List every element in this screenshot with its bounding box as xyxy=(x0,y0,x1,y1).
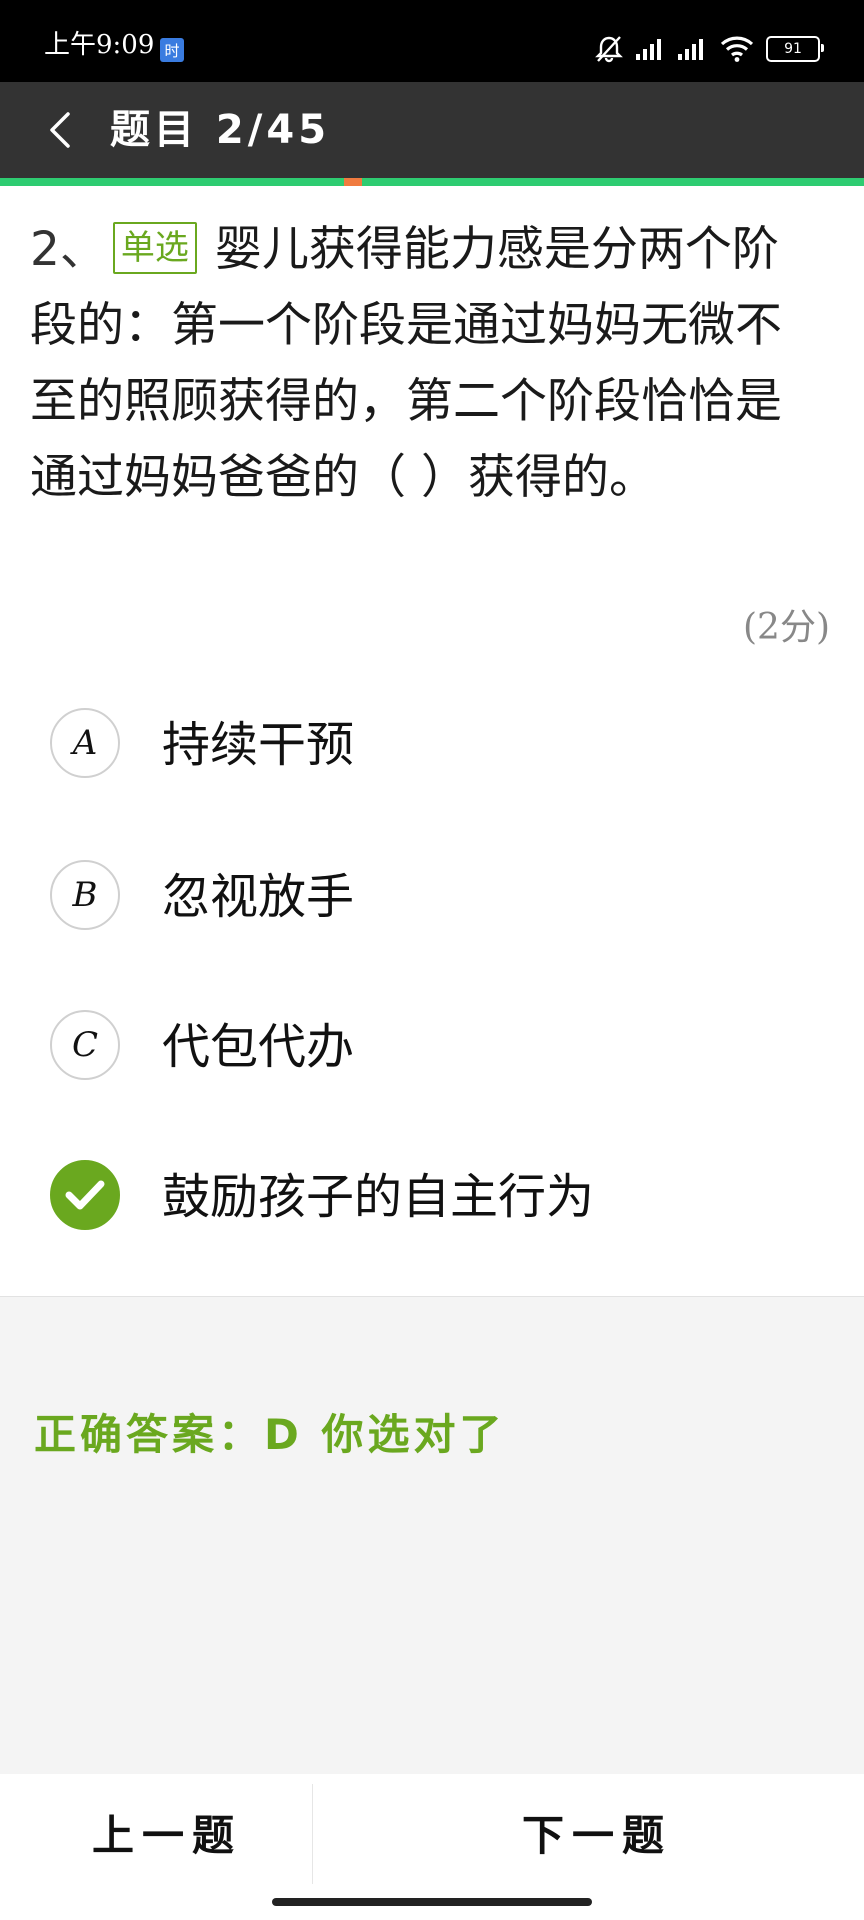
question-score: (2分) xyxy=(743,607,830,648)
bell-off-icon xyxy=(594,34,624,64)
option-b-label: 忽视放手 xyxy=(162,869,355,925)
wifi-icon xyxy=(720,36,754,62)
option-a-label: 持续干预 xyxy=(162,717,355,773)
question-number: 2、 xyxy=(30,222,107,277)
option-c[interactable]: C 代包代办 xyxy=(0,990,864,1100)
back-button[interactable] xyxy=(30,100,90,160)
page-title: 题目 2/45 xyxy=(110,107,331,153)
title-bar: 题目 2/45 xyxy=(0,82,864,178)
progress-marker xyxy=(344,178,362,186)
status-time: 上午9:09 xyxy=(44,30,155,60)
question-type-badge: 单选 xyxy=(112,222,197,274)
option-c-label: 代包代办 xyxy=(162,1019,355,1075)
answer-result: 正确答案：D 你选对了 xyxy=(34,1410,506,1459)
signal-icon xyxy=(636,38,666,60)
option-c-radio[interactable]: C xyxy=(50,1010,120,1080)
battery-indicator: 91 xyxy=(766,36,824,62)
home-indicator[interactable] xyxy=(272,1898,592,1906)
signal-icon xyxy=(678,38,708,60)
option-d-label: 鼓励孩子的自主行为 xyxy=(162,1169,595,1225)
result-panel: 正确答案：D 你选对了 xyxy=(0,1296,864,1775)
prev-question-button[interactable]: 上一题 xyxy=(92,1802,242,1863)
status-icons: 91 xyxy=(594,34,824,64)
option-b[interactable]: B 忽视放手 xyxy=(0,840,864,950)
status-badge: 时 xyxy=(160,38,184,62)
option-a[interactable]: A 持续干预 xyxy=(0,688,864,798)
option-a-radio[interactable]: A xyxy=(50,708,120,778)
next-question-button[interactable]: 下一题 xyxy=(522,1802,672,1863)
option-d-radio[interactable] xyxy=(50,1160,120,1230)
chevron-left-icon xyxy=(50,112,70,148)
question-text: 2、 单选 婴儿获得能力感是分两个阶段的：第一个阶段是通过妈妈无微不至的照顾获得的，… xyxy=(30,212,820,516)
nav-divider xyxy=(312,1784,313,1884)
option-d[interactable]: 鼓励孩子的自主行为 xyxy=(0,1140,864,1250)
check-icon xyxy=(65,1180,105,1210)
status-bar: 上午9:09 时 91 xyxy=(0,0,864,82)
progress-bar xyxy=(0,178,864,186)
option-b-radio[interactable]: B xyxy=(50,860,120,930)
